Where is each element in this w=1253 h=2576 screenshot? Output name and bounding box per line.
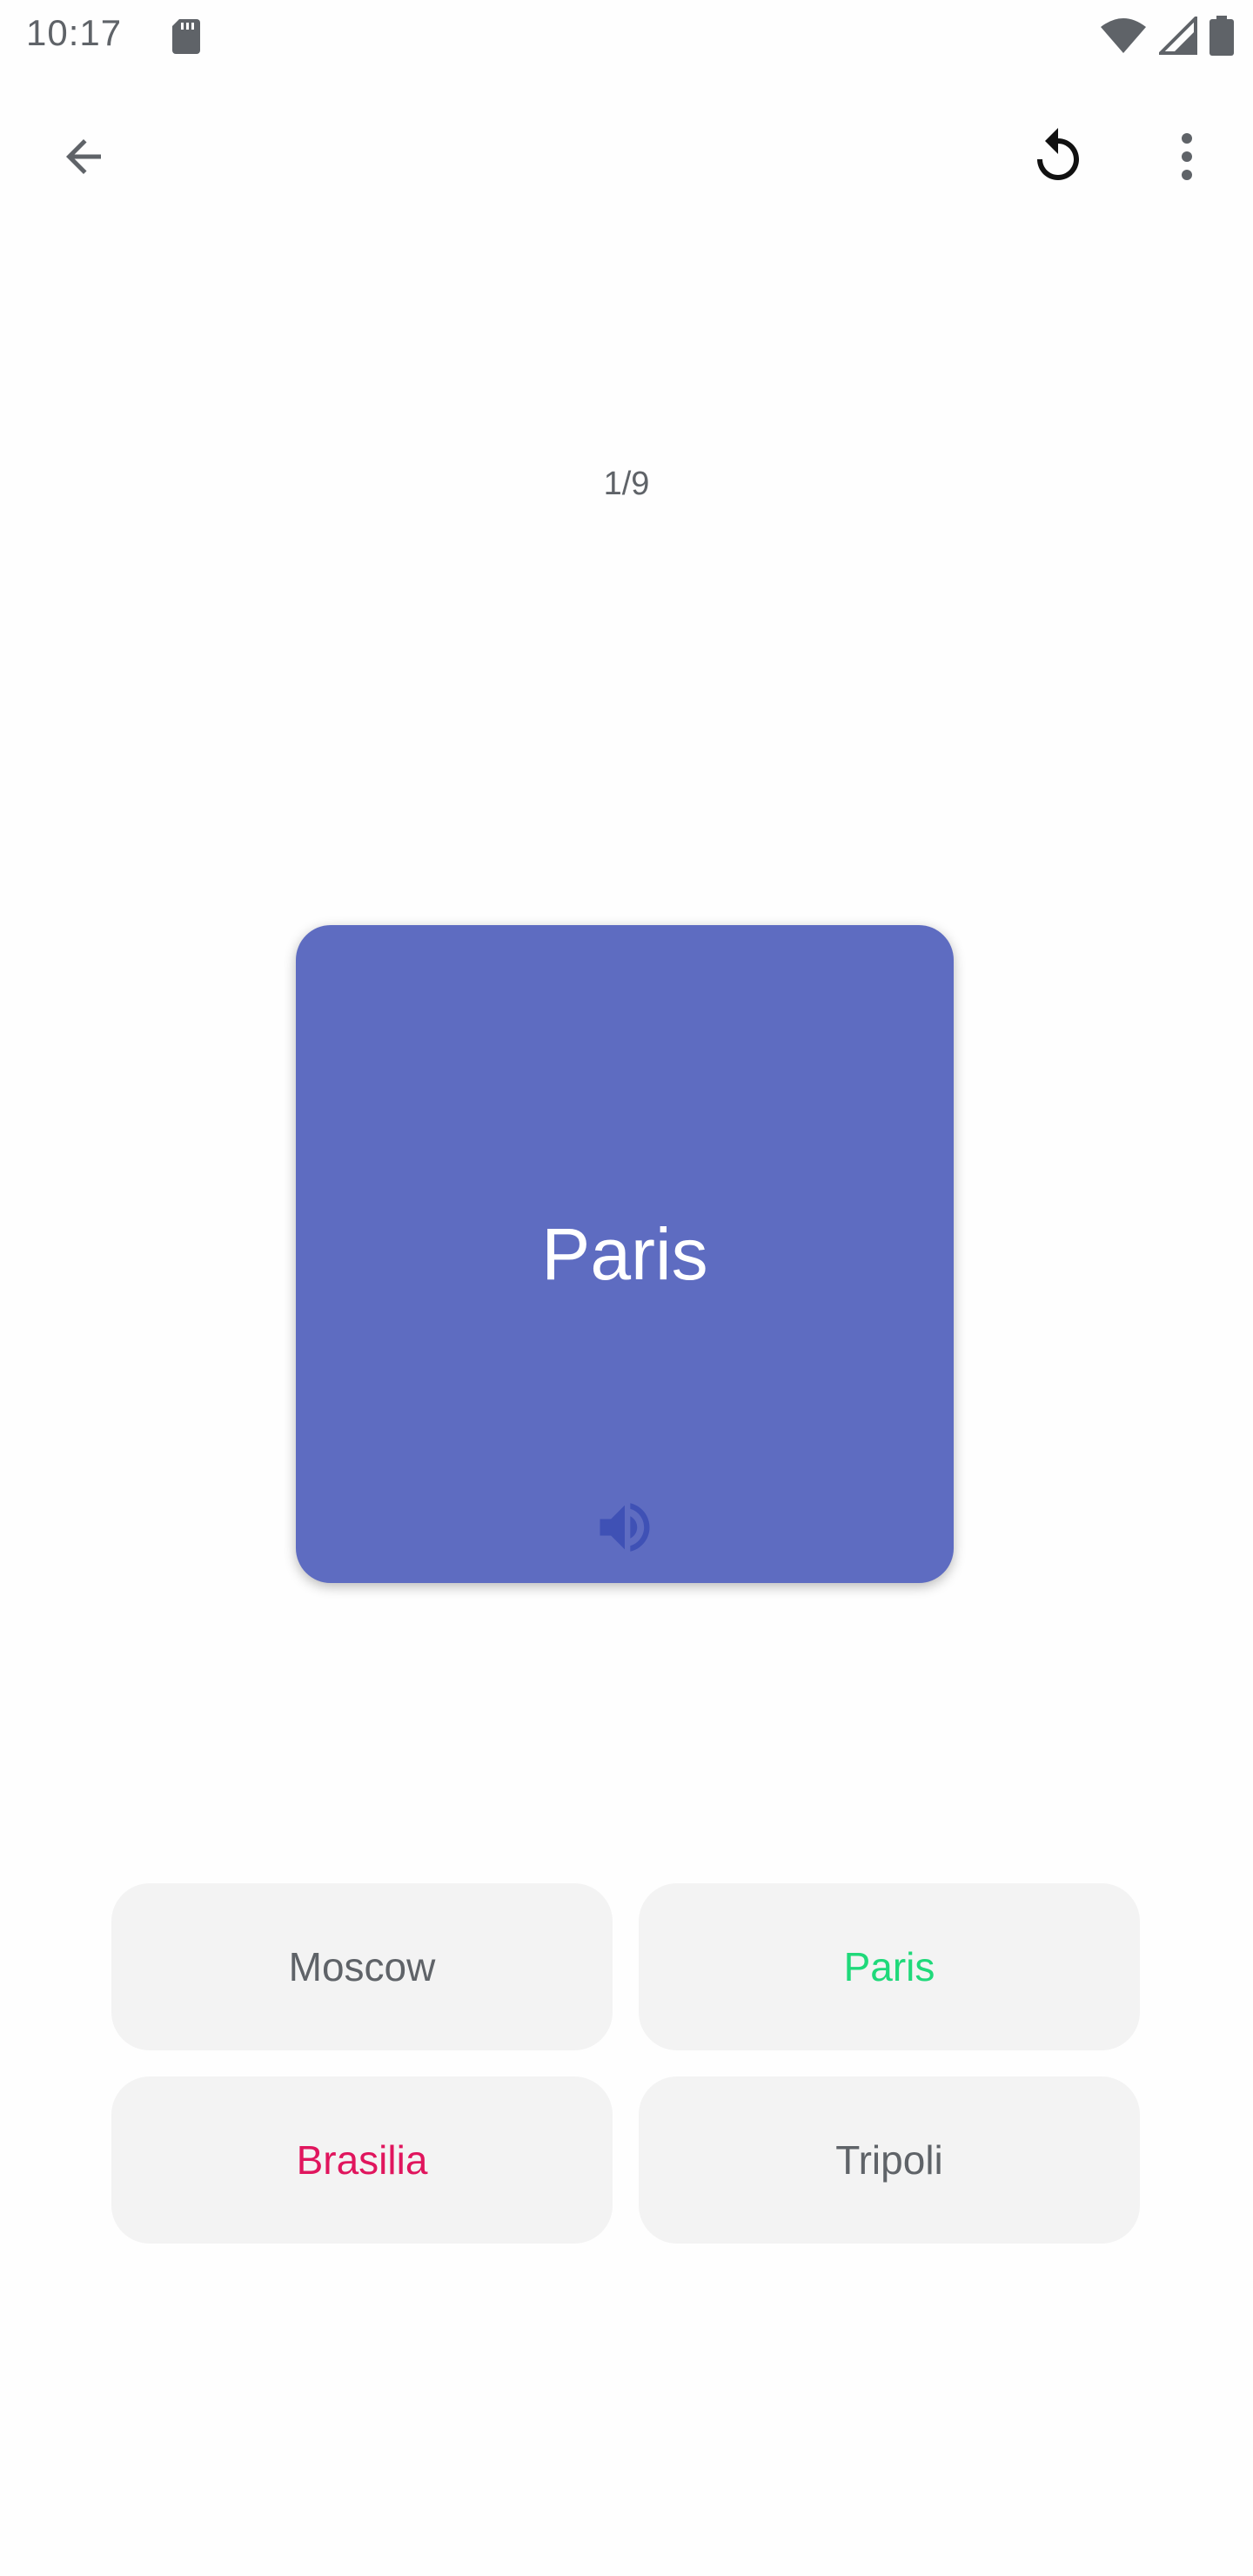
restart-icon [1027, 125, 1089, 192]
status-time: 10:17 [26, 12, 123, 53]
more-options-button[interactable] [1145, 117, 1229, 200]
flashcard[interactable]: Paris [296, 925, 954, 1583]
answer-option-moscow[interactable]: Moscow [111, 1883, 613, 2050]
answer-option-brasilia[interactable]: Brasilia [111, 2076, 613, 2244]
volume-icon [592, 1494, 658, 1565]
arrow-back-icon [57, 131, 110, 187]
status-bar: 10:17 [0, 0, 1253, 73]
answer-option-paris[interactable]: Paris [639, 1883, 1140, 2050]
back-button[interactable] [42, 117, 125, 200]
more-vert-icon [1156, 125, 1218, 192]
app-bar [0, 104, 1253, 212]
sd-card-icon [171, 17, 202, 58]
signal-icon [1156, 14, 1197, 59]
answer-option-tripoli[interactable]: Tripoli [639, 2076, 1140, 2244]
wifi-icon [1100, 17, 1147, 59]
speak-button[interactable] [592, 1496, 658, 1562]
battery-icon [1209, 16, 1234, 60]
card-word: Paris [541, 1213, 708, 1295]
restart-button[interactable] [1016, 117, 1100, 200]
progress-counter: 1/9 [603, 466, 650, 502]
